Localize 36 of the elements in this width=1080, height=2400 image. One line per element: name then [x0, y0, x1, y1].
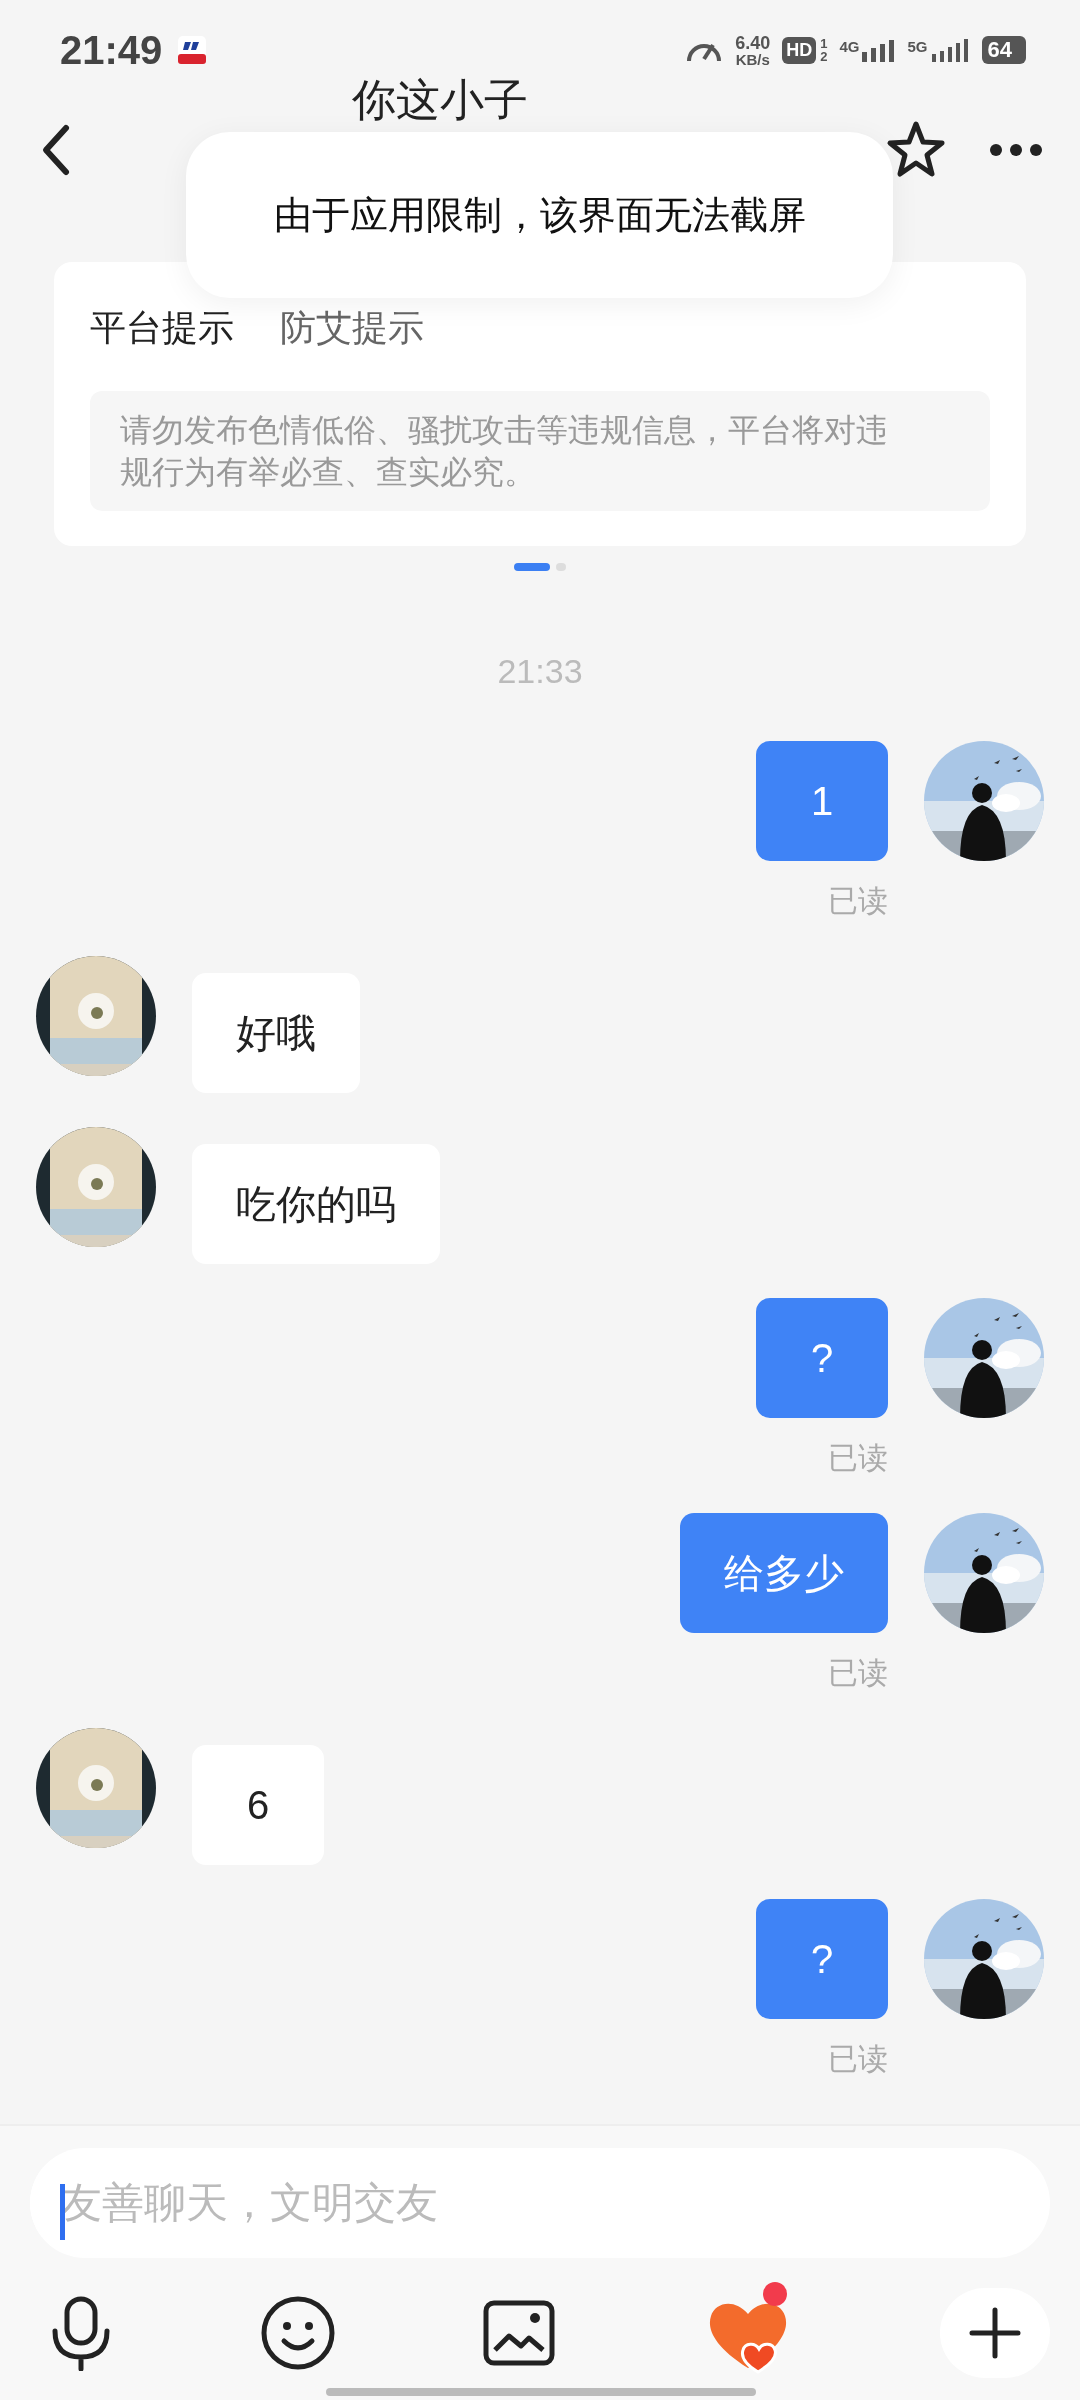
- network-speed: 6.40: [735, 33, 771, 52]
- read-receipt: 已读: [828, 2041, 888, 2077]
- message-timestamp: 21:33: [497, 652, 583, 691]
- message-bubble[interactable]: 6: [192, 1745, 324, 1865]
- sim-number: 2: [820, 50, 828, 63]
- toast-message: 由于应用限制，该界面无法截屏: [273, 192, 806, 238]
- network-type: 5G: [907, 38, 928, 55]
- read-receipt: 已读: [828, 1440, 888, 1476]
- text-cursor: [60, 2184, 65, 2240]
- microphone-icon[interactable]: [50, 2295, 112, 2371]
- message-input[interactable]: 友善聊天，文明交友: [30, 2148, 1050, 2258]
- battery-indicator: 64: [981, 36, 1026, 64]
- sim-number: 1: [820, 37, 828, 50]
- message-bubble[interactable]: ?: [756, 1899, 888, 2019]
- emoji-icon[interactable]: [259, 2295, 336, 2371]
- app-icon: [178, 36, 207, 64]
- message-bubble[interactable]: 吃你的吗: [192, 1144, 440, 1264]
- clock: 21:49: [60, 27, 163, 73]
- message-bubble[interactable]: ?: [756, 1298, 888, 1418]
- message-bubble[interactable]: 好哦: [192, 973, 360, 1093]
- signal-icon: [929, 38, 970, 62]
- chat-title: 你这小子: [351, 76, 529, 124]
- message-bubble[interactable]: 给多少: [680, 1513, 888, 1633]
- read-receipt: 已读: [828, 883, 888, 919]
- hd-label: HD: [782, 36, 817, 64]
- more-icon[interactable]: [988, 142, 1044, 158]
- message-bubble[interactable]: 1: [756, 741, 888, 861]
- signal-icon: [861, 38, 896, 62]
- read-receipt: 已读: [828, 1655, 888, 1691]
- notice-tab[interactable]: 防艾提示: [280, 304, 424, 353]
- plus-icon: [968, 2306, 1022, 2360]
- notice-tab[interactable]: 平台提示: [90, 304, 234, 353]
- notice-text: 请勿发布色情低俗、骚扰攻击等违规信息，平台将对违规行为有举必查、查实必究。: [90, 391, 990, 511]
- network-type: 4G: [839, 38, 860, 55]
- image-icon[interactable]: [483, 2300, 555, 2366]
- speed-unit: KB/s: [735, 51, 770, 67]
